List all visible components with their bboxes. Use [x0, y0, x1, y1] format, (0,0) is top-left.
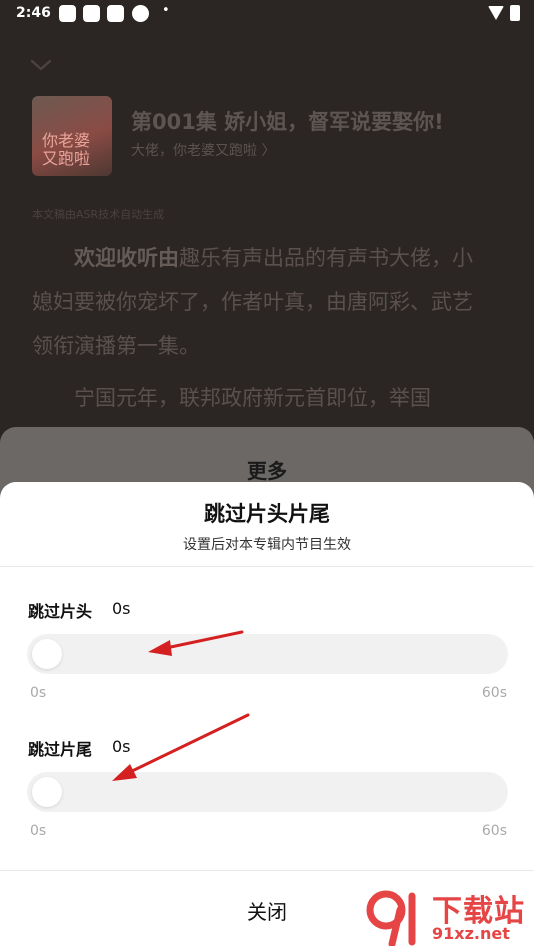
asr-note: 本文稿由ASR技术自动生成: [32, 208, 165, 221]
outro-slider-thumb[interactable]: [32, 777, 62, 807]
divider: [0, 566, 534, 567]
intro-min-label: 0s: [30, 685, 47, 701]
battery-icon: [510, 5, 520, 21]
outro-max-label: 60s: [481, 823, 507, 839]
chevron-down-icon[interactable]: [30, 54, 52, 76]
aperture-icon: [132, 5, 149, 22]
more-sheet-title: 更多: [247, 459, 287, 483]
more-notifications-icon: •: [162, 3, 170, 18]
outro-value: 0s: [112, 737, 131, 756]
transcript-bold: 欢迎收听由: [74, 246, 179, 270]
album-cover[interactable]: 你老婆 又跑啦: [32, 96, 112, 176]
status-bar: 2:46 •: [0, 0, 534, 28]
intro-value: 0s: [112, 599, 131, 618]
notification-icon: [107, 5, 124, 22]
outro-slider[interactable]: [27, 772, 508, 812]
intro-slider-thumb[interactable]: [32, 639, 62, 669]
intro-max-label: 60s: [481, 685, 507, 701]
watermark-url: 91xz.net: [432, 924, 510, 943]
episode-title: 第001集 娇小姐，督军说要娶你!: [131, 110, 444, 134]
status-right: [488, 5, 520, 21]
album-link[interactable]: 大佬，你老婆又跑啦 〉: [131, 140, 275, 160]
intro-slider[interactable]: [27, 634, 508, 674]
outro-min-label: 0s: [30, 823, 47, 839]
notification-icon: [59, 5, 76, 22]
sheet-subtitle: 设置后对本专辑内节目生效: [183, 537, 351, 553]
watermark: 下载站 91xz.net: [362, 886, 534, 950]
transcript: 欢迎收听由趣乐有声出品的有声书大佬，小媳妇要被你宠坏了，作者叶真，由唐阿彩、武艺…: [32, 236, 482, 428]
watermark-logo-icon: [366, 890, 416, 946]
wifi-icon: [488, 6, 504, 20]
status-time: 2:46: [16, 5, 51, 21]
sheet-title: 跳过片头片尾: [204, 502, 330, 526]
screen: 2:46 • 你老婆 又跑啦 第001集 娇小姐，督军说要娶你! 大佬，你老婆又…: [0, 0, 534, 950]
cover-title: 你老婆 又跑啦: [42, 131, 91, 168]
outro-label: 跳过片尾: [28, 740, 93, 759]
skip-sheet: 跳过片头片尾 设置后对本专辑内节目生效 跳过片头 0s 0s 60s 跳过片尾 …: [0, 482, 534, 950]
notification-icon: [83, 5, 100, 22]
intro-label: 跳过片头: [28, 602, 93, 621]
transcript-text-2: 宁国元年，联邦政府新元首即位，举国: [74, 386, 431, 410]
